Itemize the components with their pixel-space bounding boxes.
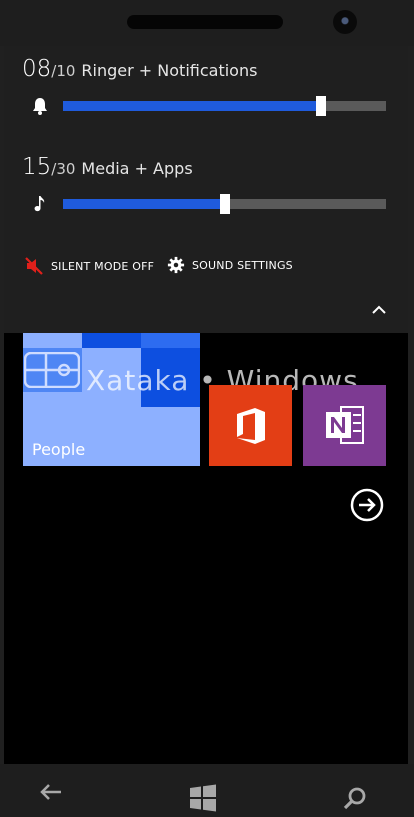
ringer-max: /10 (51, 62, 76, 80)
people-tile-label: People (32, 440, 86, 459)
people-tile-photo-cell (82, 333, 141, 348)
gear-icon (167, 256, 185, 274)
ringer-slider-thumb[interactable] (316, 96, 326, 116)
speaker-muted-icon (25, 257, 43, 275)
volume-panel: 08/10 Ringer + Notifications 15/30 Media +… (4, 46, 408, 333)
silent-mode-button[interactable]: SILENT MODE OFF (24, 256, 154, 276)
people-tile-photo-cell (141, 333, 200, 348)
people-tile[interactable]: People (23, 333, 200, 466)
phone-top-bezel (0, 0, 414, 46)
media-slider-thumb[interactable] (220, 194, 230, 214)
search-icon[interactable] (343, 786, 367, 810)
media-label: Media + Apps (81, 159, 193, 178)
ringer-volume-slider[interactable] (63, 96, 386, 116)
office-tile[interactable] (209, 385, 292, 466)
sound-settings-label: SOUND SETTINGS (192, 258, 293, 272)
onenote-icon (326, 406, 364, 444)
arrow-right-circle-icon[interactable] (350, 488, 384, 522)
phone-screen: 08/10 Ringer + Notifications 15/30 Media +… (4, 46, 408, 764)
media-max: /30 (51, 160, 76, 178)
ringer-level: 08 (22, 56, 52, 82)
ringer-label: Ringer + Notifications (81, 61, 258, 80)
back-arrow-icon[interactable] (38, 779, 64, 805)
onenote-tile[interactable] (303, 385, 386, 466)
bell-icon (33, 98, 47, 115)
media-level: 15 (22, 154, 52, 180)
media-volume-header: 15/30 Media + Apps (22, 154, 193, 180)
music-note-icon (34, 196, 45, 212)
front-camera (333, 10, 357, 34)
office-icon (237, 408, 265, 444)
earpiece-speaker (127, 15, 283, 29)
chevron-up-icon[interactable] (368, 299, 390, 321)
people-hub-icon (24, 352, 80, 388)
media-slider-fill (63, 199, 225, 209)
windows-logo-icon[interactable] (189, 784, 217, 812)
silent-mode-label: SILENT MODE OFF (51, 259, 155, 273)
ringer-slider-fill (63, 101, 321, 111)
media-volume-slider[interactable] (63, 194, 386, 214)
sound-settings-button[interactable]: SOUND SETTINGS (167, 256, 293, 274)
ringer-volume-header: 08/10 Ringer + Notifications (22, 56, 257, 82)
